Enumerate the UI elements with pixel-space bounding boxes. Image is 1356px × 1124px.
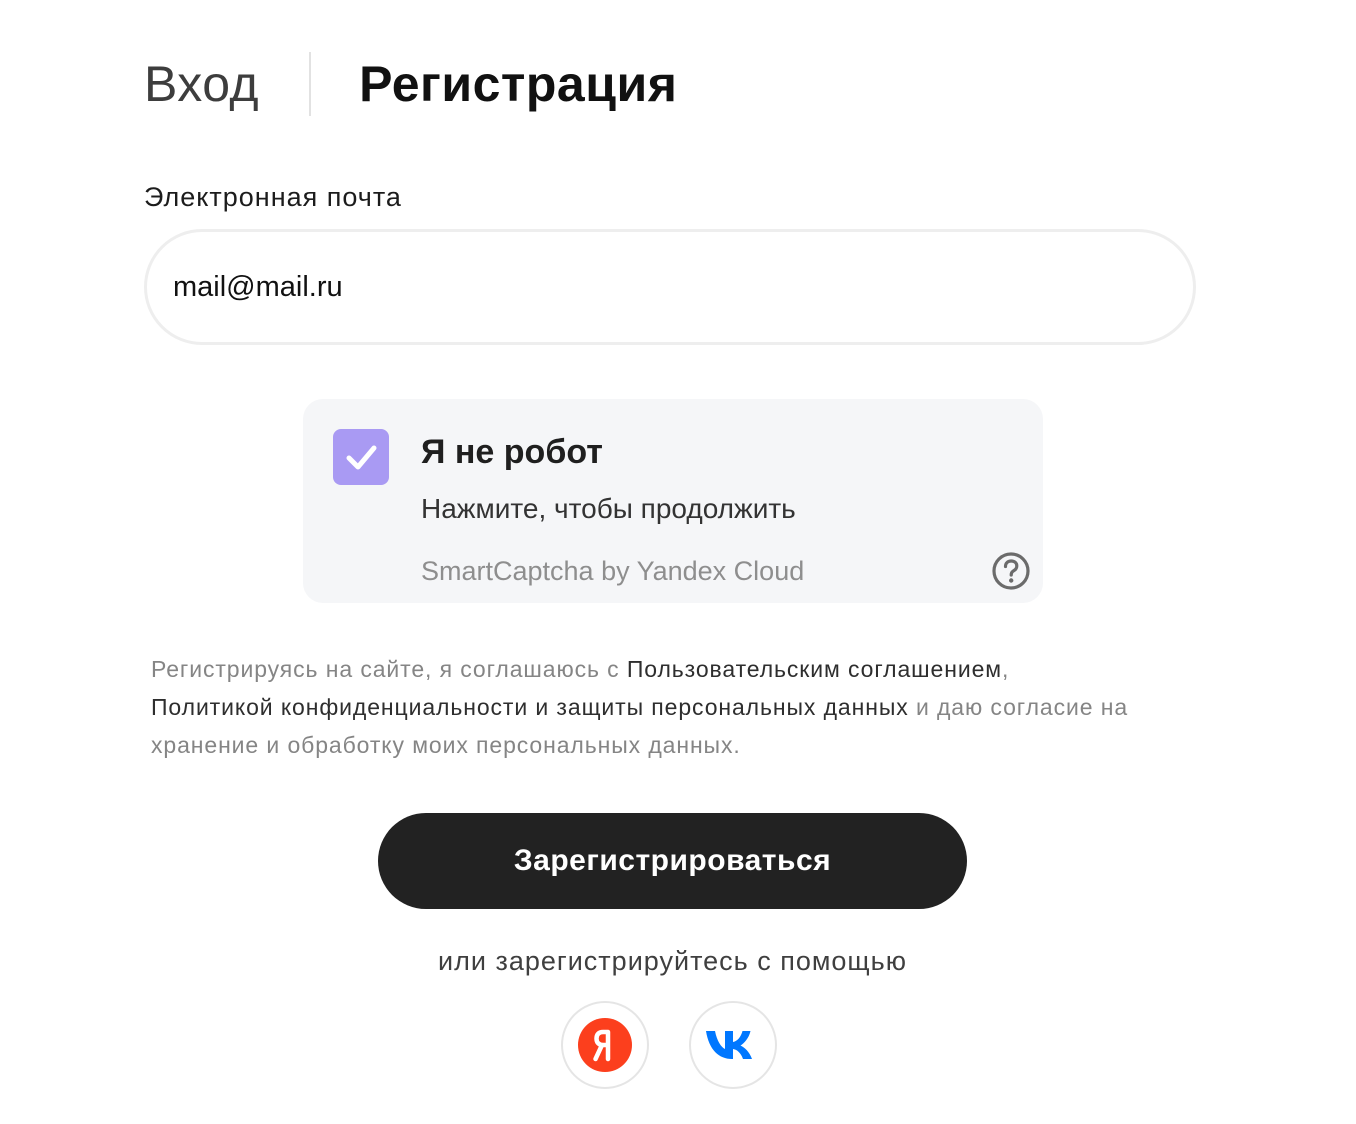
consent-separator: , — [1001, 656, 1010, 682]
smart-captcha[interactable]: Я не робот Нажмите, чтобы продолжить Sma… — [303, 399, 1043, 603]
yandex-icon — [578, 1018, 632, 1072]
email-label: Электронная почта — [144, 182, 402, 212]
email-field[interactable] — [144, 229, 1196, 345]
auth-tabs: Вход Регистрация — [144, 52, 677, 116]
vk-login-button[interactable] — [689, 1001, 777, 1089]
consent-text: Регистрируясь на сайте, я соглашаюсь с П… — [151, 650, 1221, 764]
consent-prefix: Регистрируясь на сайте, я соглашаюсь с — [151, 656, 627, 682]
tab-divider — [309, 52, 312, 116]
terms-link[interactable]: Пользовательским соглашением — [627, 656, 1002, 682]
yandex-login-button[interactable] — [561, 1001, 649, 1089]
privacy-link[interactable]: Политикой конфиденциальности и защиты пе… — [151, 694, 909, 720]
tab-register[interactable]: Регистрация — [359, 52, 677, 116]
captcha-checkbox[interactable] — [333, 429, 389, 485]
check-icon — [346, 445, 377, 470]
vk-icon — [706, 1031, 752, 1059]
alt-register-label: или зарегистрируйтесь с помощью — [438, 946, 907, 976]
register-button[interactable]: Зарегистрироваться — [378, 813, 967, 909]
captcha-brand: SmartCaptcha by Yandex Cloud — [421, 556, 805, 586]
tab-login[interactable]: Вход — [144, 52, 259, 116]
captcha-subtitle: Нажмите, чтобы продолжить — [421, 493, 796, 524]
captcha-title: Я не робот — [421, 433, 603, 471]
question-circle-icon[interactable] — [991, 551, 1031, 591]
